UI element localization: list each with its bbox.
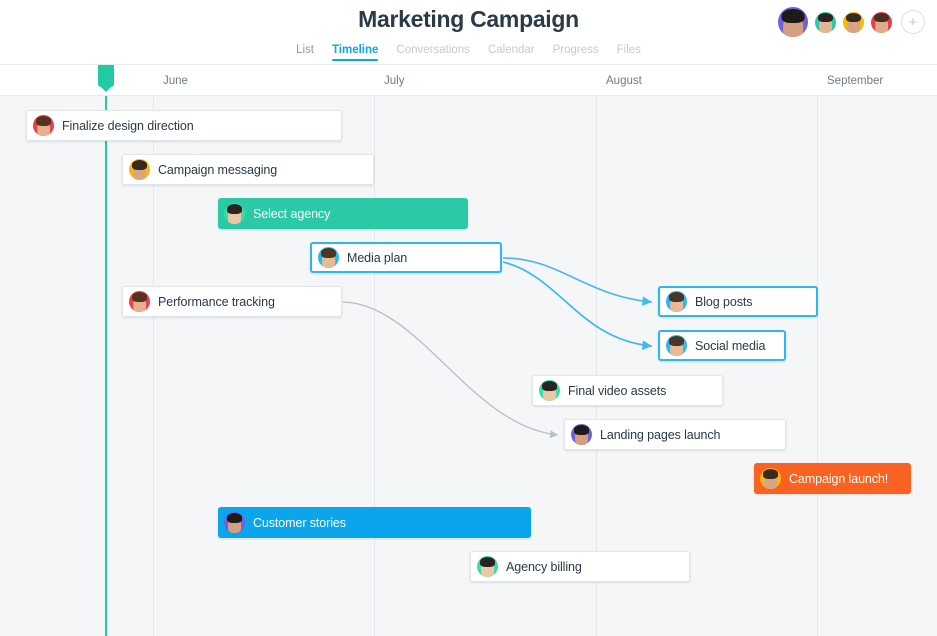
today-marker[interactable] [98, 62, 114, 87]
task-assignee-avatar [33, 115, 54, 136]
month-ruler: June July August September [0, 65, 937, 96]
tab-conversations[interactable]: Conversations [396, 44, 470, 61]
task-bar[interactable]: Customer stories [218, 507, 531, 538]
task-assignee-avatar [477, 556, 498, 577]
connector-mediaplan-blogposts [503, 258, 652, 302]
task-assignee-avatar [666, 291, 687, 312]
tab-files[interactable]: Files [617, 44, 641, 61]
tab-list[interactable]: List [296, 44, 314, 61]
month-label-june: June [163, 75, 188, 87]
task-label: Agency billing [506, 560, 582, 574]
timeline-app: Marketing Campaign ListTimelineConversat… [0, 0, 937, 636]
avatar-member-3 [841, 10, 866, 35]
task-label: Performance tracking [158, 295, 275, 309]
task-assignee-avatar [760, 468, 781, 489]
task-label: Select agency [253, 207, 330, 221]
task-assignee-avatar [224, 203, 245, 224]
month-label-september: September [827, 75, 883, 87]
avatar-member-4 [869, 10, 894, 35]
task-bar[interactable]: Campaign launch! [754, 463, 911, 494]
task-bar[interactable]: Landing pages launch [564, 419, 786, 450]
task-bar[interactable]: Media plan [310, 242, 502, 273]
add-member-button[interactable]: + [901, 10, 925, 34]
task-assignee-avatar [666, 335, 687, 356]
task-label: Landing pages launch [600, 428, 720, 442]
avatar-member-1 [776, 5, 810, 39]
task-assignee-avatar [571, 424, 592, 445]
task-label: Media plan [347, 251, 407, 265]
task-assignee-avatar [224, 512, 245, 533]
task-bar[interactable]: Social media [658, 330, 786, 361]
task-bar[interactable]: Final video assets [532, 375, 723, 406]
task-bar[interactable]: Performance tracking [122, 286, 342, 317]
task-assignee-avatar [129, 291, 150, 312]
month-label-august: August [606, 75, 642, 87]
task-label: Campaign messaging [158, 163, 277, 177]
task-label: Final video assets [568, 384, 666, 398]
task-assignee-avatar [318, 247, 339, 268]
task-bar[interactable]: Agency billing [470, 551, 690, 582]
connector-performance-landing [343, 302, 558, 435]
member-avatars: + [776, 5, 925, 39]
tab-calendar[interactable]: Calendar [488, 44, 535, 61]
connector-mediaplan-socialmedia [503, 262, 652, 346]
task-assignee-avatar [539, 380, 560, 401]
tab-progress[interactable]: Progress [553, 44, 599, 61]
task-label: Social media [695, 339, 765, 353]
task-label: Campaign launch! [789, 472, 888, 486]
app-header: Marketing Campaign ListTimelineConversat… [0, 0, 937, 65]
task-bar[interactable]: Campaign messaging [122, 154, 374, 185]
task-assignee-avatar [129, 159, 150, 180]
timeline-canvas[interactable]: Finalize design direction Campaign messag… [0, 96, 937, 636]
task-label: Blog posts [695, 295, 752, 309]
nav-tabs: List Timeline Conversations Calendar Progres… [0, 44, 937, 61]
month-label-july: July [384, 75, 404, 87]
task-bar[interactable]: Blog posts [658, 286, 818, 317]
task-label: Finalize design direction [62, 119, 194, 133]
task-label: Customer stories [253, 516, 346, 530]
avatar-member-2 [813, 10, 838, 35]
task-bar[interactable]: Select agency [218, 198, 468, 229]
task-bar[interactable]: Finalize design direction [26, 110, 342, 141]
tab-timeline[interactable]: Timeline [332, 44, 378, 61]
